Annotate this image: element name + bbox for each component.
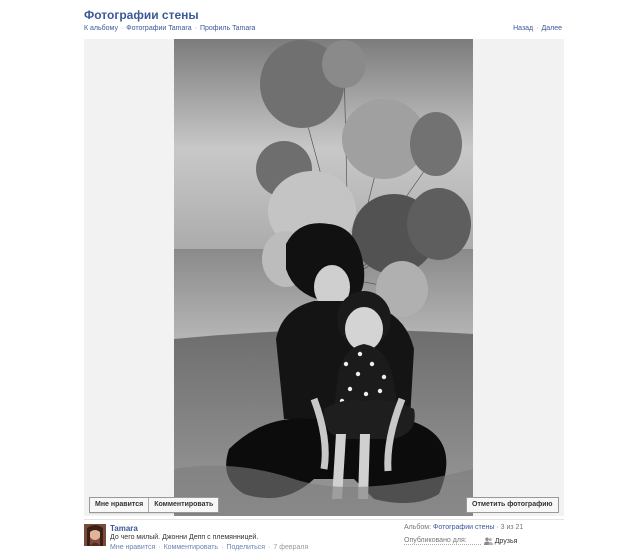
user-photos-link[interactable]: Фотографии Tamara <box>126 25 191 32</box>
user-profile-link[interactable]: Профиль Tamara <box>200 25 256 32</box>
album-position: 3 из 21 <box>500 524 524 531</box>
post-like-link[interactable]: Мне нравится <box>110 544 155 551</box>
post-date: 7 февраля <box>273 544 309 551</box>
post-caption: До чего милый. Джонни Депп с племянницей… <box>110 534 259 541</box>
breadcrumb-separator: · <box>194 25 197 32</box>
friends-icon <box>483 537 493 545</box>
tag-photo-button[interactable]: Отметить фотографию <box>466 497 559 513</box>
page-title: Фотографии стены <box>84 8 199 22</box>
post-share-link[interactable]: Поделиться <box>226 544 265 551</box>
published-label: Опубликовано для: <box>404 537 481 545</box>
previous-photo-link[interactable]: Назад <box>513 25 533 32</box>
photo[interactable] <box>174 39 473 516</box>
album-info: Альбом: Фотографии стены · 3 из 21 <box>404 524 523 531</box>
divider <box>84 519 564 520</box>
post-action-separator: · <box>158 544 161 551</box>
post-actions: Мне нравится · Комментировать · Поделить… <box>110 544 308 551</box>
photo-pager: Назад · Далее <box>513 25 562 32</box>
audience-selector[interactable]: Друзья <box>483 537 518 545</box>
post-action-separator: · <box>221 544 224 551</box>
album-position-separator: · <box>496 524 499 531</box>
comment-photo-button[interactable]: Комментировать <box>148 498 218 512</box>
post-comment-link[interactable]: Комментировать <box>164 544 219 551</box>
back-to-album-link[interactable]: К альбому <box>84 25 118 32</box>
avatar-image <box>84 524 106 546</box>
breadcrumb: К альбому · Фотографии Tamara · Профиль … <box>84 25 255 32</box>
post-author-link[interactable]: Tamara <box>110 524 138 533</box>
breadcrumb-separator: · <box>120 25 124 32</box>
photo-action-group: Мне нравится Комментировать <box>89 497 220 513</box>
album-label: Альбом: <box>404 524 432 531</box>
photo-image <box>174 39 473 516</box>
avatar[interactable] <box>84 524 106 546</box>
audience-label: Друзья <box>494 537 518 545</box>
photo-stage <box>84 39 564 516</box>
album-link[interactable]: Фотографии стены <box>433 524 494 531</box>
pager-separator: · <box>536 25 539 32</box>
privacy-info: Опубликовано для: Друзья <box>404 537 564 545</box>
next-photo-link[interactable]: Далее <box>541 25 562 32</box>
post-action-separator: · <box>268 544 271 551</box>
like-photo-button[interactable]: Мне нравится <box>90 498 148 512</box>
